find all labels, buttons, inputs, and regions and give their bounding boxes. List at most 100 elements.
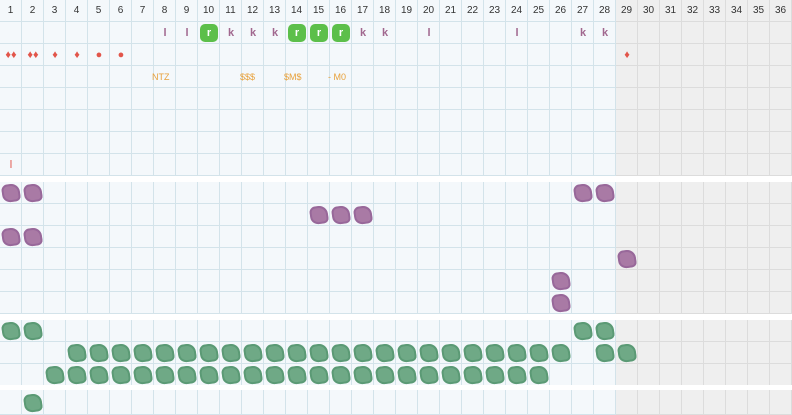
grid-cell[interactable]: [748, 204, 770, 226]
grid-cell[interactable]: [682, 110, 704, 132]
grid-cell[interactable]: [0, 110, 22, 132]
grid-cell[interactable]: [286, 320, 308, 342]
grid-cell[interactable]: [198, 44, 220, 66]
grid-cell[interactable]: [44, 270, 66, 292]
grid-cell[interactable]: [704, 88, 726, 110]
grid-cell[interactable]: [132, 22, 154, 44]
grid-cell[interactable]: [726, 320, 748, 342]
grid-cell[interactable]: [704, 226, 726, 248]
grid-cell[interactable]: [704, 270, 726, 292]
grid-cell[interactable]: [352, 320, 374, 342]
grid-cell[interactable]: [462, 88, 484, 110]
grid-cell[interactable]: [638, 88, 660, 110]
grid-cell[interactable]: [506, 110, 528, 132]
grid-cell[interactable]: [198, 66, 220, 88]
grid-cell[interactable]: [748, 88, 770, 110]
grid-cell[interactable]: [44, 204, 66, 226]
day-column-header[interactable]: 21: [440, 0, 462, 22]
grid-cell[interactable]: [638, 226, 660, 248]
grid-cell[interactable]: [572, 226, 594, 248]
grid-cell[interactable]: [484, 204, 506, 226]
day-column-header[interactable]: 31: [660, 0, 682, 22]
grid-cell[interactable]: [616, 292, 638, 314]
grid-cell[interactable]: [396, 292, 418, 314]
grid-cell[interactable]: [264, 88, 286, 110]
grid-cell[interactable]: [726, 292, 748, 314]
grid-cell[interactable]: [286, 154, 308, 176]
grid-cell[interactable]: [682, 364, 704, 386]
grid-cell[interactable]: [198, 132, 220, 154]
grid-cell[interactable]: [770, 66, 792, 88]
grid-cell[interactable]: [440, 204, 462, 226]
grid-cell[interactable]: [110, 248, 132, 270]
grid-cell[interactable]: [154, 320, 176, 342]
grid-cell[interactable]: [176, 88, 198, 110]
grid-cell[interactable]: [682, 342, 704, 364]
grid-cell[interactable]: [726, 342, 748, 364]
grid-cell[interactable]: [220, 270, 242, 292]
grid-cell[interactable]: [550, 364, 572, 386]
grid-cell[interactable]: [154, 270, 176, 292]
grid-cell[interactable]: [264, 204, 286, 226]
grid-cell[interactable]: [308, 154, 330, 176]
grid-cell[interactable]: [308, 110, 330, 132]
grid-cell[interactable]: [418, 44, 440, 66]
grid-cell[interactable]: [506, 248, 528, 270]
grid-cell[interactable]: [572, 132, 594, 154]
grid-cell[interactable]: [308, 226, 330, 248]
day-column-header[interactable]: 19: [396, 0, 418, 22]
grid-cell[interactable]: [308, 44, 330, 66]
grid-cell[interactable]: [484, 154, 506, 176]
grid-cell[interactable]: [352, 226, 374, 248]
grid-cell[interactable]: [704, 292, 726, 314]
grid-cell[interactable]: [550, 320, 572, 342]
grid-cell[interactable]: [704, 364, 726, 386]
day-column-header[interactable]: 28: [594, 0, 616, 22]
grid-cell[interactable]: [594, 270, 616, 292]
grid-cell[interactable]: [726, 44, 748, 66]
day-column-header[interactable]: 22: [462, 0, 484, 22]
grid-cell[interactable]: [616, 320, 638, 342]
grid-cell[interactable]: [0, 66, 22, 88]
grid-cell[interactable]: [550, 22, 572, 44]
grid-cell[interactable]: [594, 154, 616, 176]
grid-cell[interactable]: [132, 154, 154, 176]
grid-cell[interactable]: [770, 226, 792, 248]
grid-cell[interactable]: [110, 132, 132, 154]
grid-cell[interactable]: [638, 110, 660, 132]
grid-cell[interactable]: [726, 364, 748, 386]
grid-cell[interactable]: [616, 110, 638, 132]
grid-cell[interactable]: [484, 182, 506, 204]
grid-cell[interactable]: [44, 342, 66, 364]
grid-cell[interactable]: [770, 88, 792, 110]
grid-cell[interactable]: [308, 248, 330, 270]
grid-cell[interactable]: [748, 110, 770, 132]
grid-cell[interactable]: [550, 44, 572, 66]
grid-cell[interactable]: [132, 270, 154, 292]
grid-cell[interactable]: [396, 22, 418, 44]
grid-cell[interactable]: [660, 44, 682, 66]
grid-cell[interactable]: [374, 270, 396, 292]
grid-cell[interactable]: [748, 248, 770, 270]
grid-cell[interactable]: [88, 226, 110, 248]
grid-cell[interactable]: [286, 390, 308, 415]
grid-cell[interactable]: [110, 204, 132, 226]
grid-cell[interactable]: [770, 204, 792, 226]
grid-cell[interactable]: [242, 320, 264, 342]
grid-cell[interactable]: [528, 204, 550, 226]
day-column-header[interactable]: 3: [44, 0, 66, 22]
grid-cell[interactable]: [88, 88, 110, 110]
grid-cell[interactable]: [748, 320, 770, 342]
grid-cell[interactable]: [44, 66, 66, 88]
grid-cell[interactable]: [528, 390, 550, 415]
grid-cell[interactable]: [550, 182, 572, 204]
grid-cell[interactable]: [528, 182, 550, 204]
grid-cell[interactable]: [330, 88, 352, 110]
grid-cell[interactable]: [748, 66, 770, 88]
grid-cell[interactable]: [374, 390, 396, 415]
grid-cell[interactable]: [682, 226, 704, 248]
grid-cell[interactable]: [264, 44, 286, 66]
grid-cell[interactable]: [308, 320, 330, 342]
day-column-header[interactable]: 11: [220, 0, 242, 22]
grid-cell[interactable]: [264, 292, 286, 314]
